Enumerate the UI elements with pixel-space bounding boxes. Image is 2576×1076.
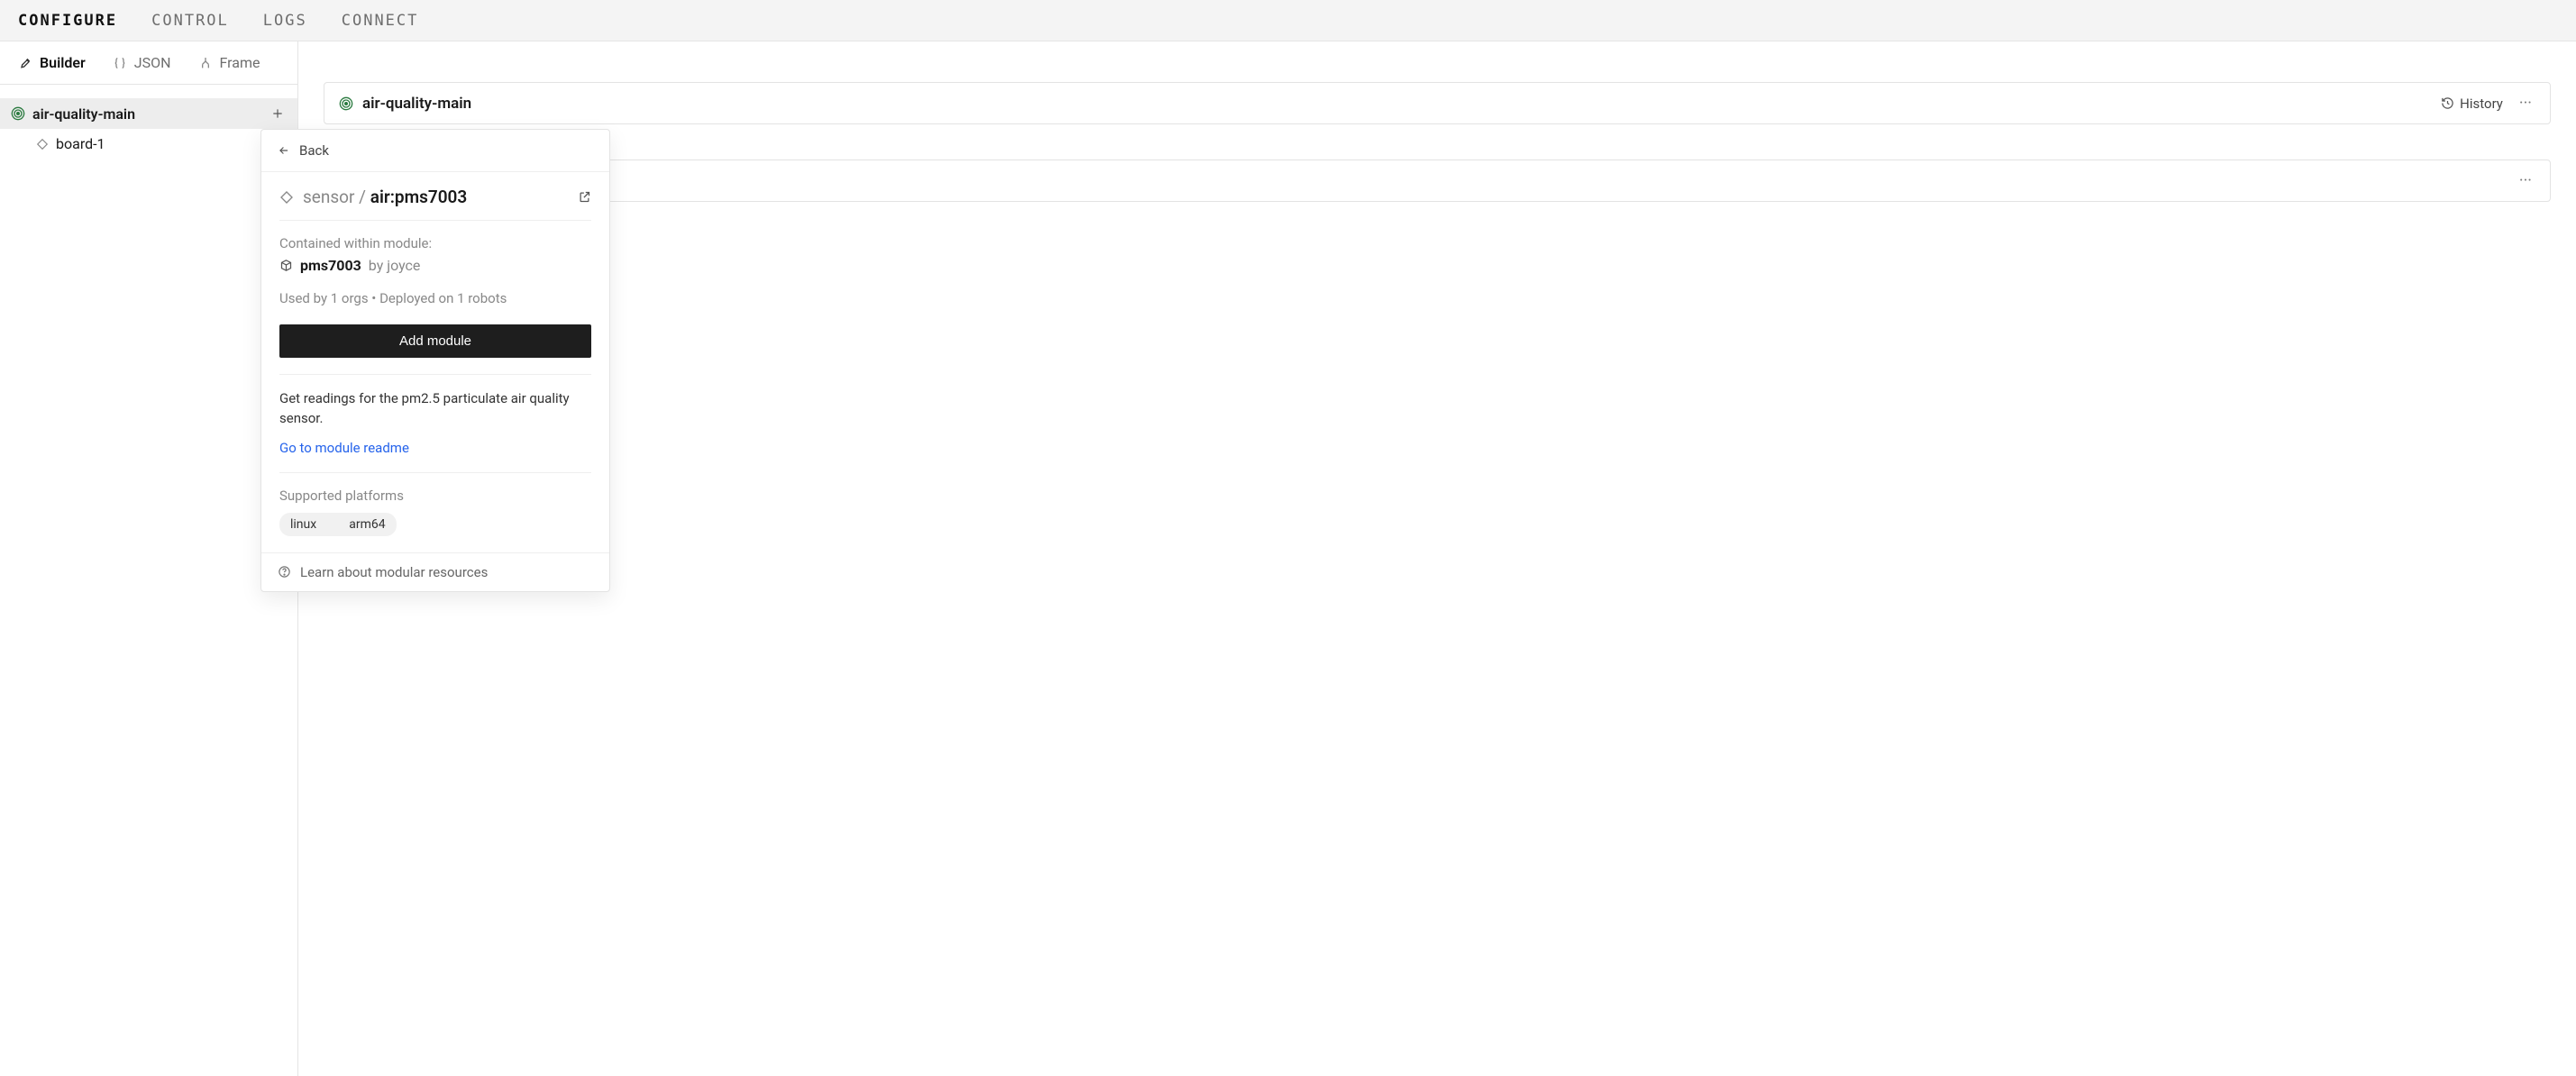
add-component-button[interactable]: [269, 105, 287, 123]
module-name: pms7003: [300, 257, 361, 274]
popover-back-button[interactable]: Back: [261, 130, 609, 172]
braces-icon: [113, 56, 127, 70]
content-area: air-quality-main History ··· ···: [298, 41, 2576, 1076]
secondary-card: ···: [324, 160, 2551, 202]
tree-item-board-1[interactable]: board-1: [0, 129, 297, 159]
popover-back-label: Back: [299, 142, 329, 159]
history-button[interactable]: History: [2441, 96, 2503, 112]
module-stats: Used by 1 orgs • Deployed on 1 robots: [279, 290, 591, 306]
nav-logs[interactable]: LOGS: [263, 12, 307, 30]
breadcrumb-name: air:pms7003: [370, 187, 468, 207]
platform-os: linux: [279, 513, 333, 536]
secondary-card-menu[interactable]: ···: [2516, 171, 2535, 190]
popover-breadcrumb: sensor / air:pms7003: [303, 187, 467, 207]
module-author: by joyce: [369, 257, 421, 274]
add-module-button[interactable]: Add module: [279, 324, 591, 358]
platforms-label: Supported platforms: [279, 488, 591, 504]
tab-builder-label: Builder: [40, 54, 86, 71]
sidebar: Builder JSON Frame air-quality-main: [0, 41, 298, 1076]
module-row: pms7003 by joyce: [279, 257, 591, 274]
tab-builder[interactable]: Builder: [18, 54, 86, 71]
history-icon: [2441, 96, 2454, 110]
module-readme-link[interactable]: Go to module readme: [279, 440, 409, 456]
package-icon: [279, 259, 293, 272]
module-detail-popover: Back sensor / air:pms7003 Contained with…: [260, 129, 610, 592]
nav-control[interactable]: CONTROL: [151, 12, 229, 30]
history-label: History: [2460, 96, 2503, 112]
tab-json[interactable]: JSON: [113, 54, 171, 71]
learn-modular-label: Learn about modular resources: [300, 564, 488, 580]
nav-connect[interactable]: CONNECT: [342, 12, 419, 30]
nav-configure[interactable]: CONFIGURE: [18, 12, 117, 30]
diamond-icon: [279, 190, 294, 205]
module-description: Get readings for the pm2.5 particulate a…: [279, 389, 591, 429]
tab-frame[interactable]: Frame: [198, 54, 260, 71]
contained-label: Contained within module:: [279, 235, 591, 251]
platform-arch: arm64: [333, 513, 396, 536]
platform-tag: linux arm64: [279, 513, 397, 536]
radio-icon: [11, 106, 25, 121]
arrow-left-icon: [278, 144, 290, 157]
radio-icon: [339, 96, 353, 111]
tree-root-air-quality-main[interactable]: air-quality-main: [0, 98, 297, 129]
tab-json-label: JSON: [134, 54, 171, 71]
frame-icon: [198, 56, 213, 70]
machine-card-menu[interactable]: ···: [2516, 94, 2535, 113]
tab-frame-label: Frame: [220, 54, 260, 71]
external-link-icon[interactable]: [578, 190, 591, 204]
diamond-icon: [36, 138, 49, 150]
component-tree: air-quality-main board-1: [0, 85, 297, 159]
question-circle-icon: [278, 565, 291, 579]
breadcrumb-prefix: sensor /: [303, 187, 370, 207]
top-nav: CONFIGURE CONTROL LOGS CONNECT: [0, 0, 2576, 41]
machine-card-title: air-quality-main: [362, 95, 471, 113]
tree-item-label: board-1: [56, 135, 105, 152]
learn-modular-link[interactable]: Learn about modular resources: [261, 552, 609, 591]
tree-root-label: air-quality-main: [32, 105, 135, 123]
sidebar-tabs: Builder JSON Frame: [0, 41, 297, 85]
wrench-icon: [18, 56, 32, 70]
machine-card: air-quality-main History ···: [324, 82, 2551, 124]
